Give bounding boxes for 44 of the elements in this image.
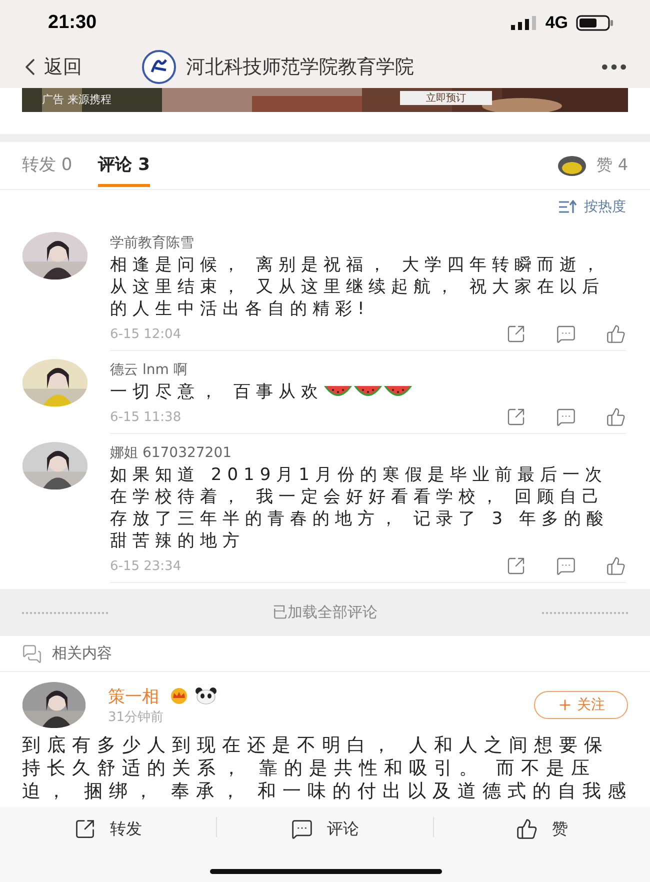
comments-icon <box>22 644 42 664</box>
book-button[interactable]: 立即预订 <box>400 91 492 105</box>
comment-author[interactable]: 德云 lnm 啊 <box>110 359 626 381</box>
like-count: 赞 4 <box>596 155 628 176</box>
comment-text: 如果知道 2019月1月份的寒假是毕业前最后一次 在学校待着， 我一定会好好看看学校， 回顾自己 存放了三年半的青春的地方， 记录了 3 年多的酸 甜苦辣的地方 <box>110 464 610 552</box>
comment-time: 6-15 23:34 <box>110 558 182 574</box>
like-button[interactable] <box>606 556 626 576</box>
thumbs-up-icon <box>516 818 538 840</box>
tab[interactable]: 转发 0 <box>22 144 72 186</box>
battery-icon <box>576 15 614 31</box>
toolbar-button[interactable]: 评论 <box>217 817 433 841</box>
share-button[interactable] <box>506 324 526 344</box>
tab[interactable]: 评论 3 <box>98 144 150 186</box>
logo-icon <box>142 50 176 84</box>
ad-label: 广告 来源携程 <box>42 92 112 107</box>
like-button[interactable] <box>606 324 626 344</box>
reply-button[interactable] <box>556 324 576 344</box>
loaded-all-label: 已加载全部评论 <box>272 603 378 622</box>
comment-author[interactable]: 娜姐 6170327201 <box>110 442 626 464</box>
reply-button[interactable] <box>556 556 576 576</box>
share-button[interactable] <box>506 556 526 576</box>
sort-button[interactable]: 按热度 <box>558 198 626 216</box>
post-time: 31分钟前 <box>108 708 165 726</box>
toolbar-button[interactable]: 赞 <box>434 817 650 841</box>
post-text: 到底有多少人到现在还是不明白， 人和人之间想要保 持长久舒适的关系， 靠的是共性和吸引。 而不是压 迫， 捆绑， 奉承， 和一味的付出以及道德式的自我感 <box>22 734 633 804</box>
network-type: 4G <box>545 13 568 33</box>
toolbar-button[interactable]: 转发 <box>0 817 216 841</box>
reply-button[interactable] <box>556 407 576 427</box>
comment-text: 相逢是问候， 离别是祝福， 大学四年转瞬而逝， 从这里结束， 又从这里继续起航， 祝大家在以后 的人生中活出各自的精彩! <box>110 254 604 320</box>
window-title: 河北科技师范学院教育学院 <box>186 55 415 80</box>
comment-time: 6-15 12:04 <box>110 326 182 342</box>
comment-time: 6-15 11:38 <box>110 410 182 424</box>
comment-text: 一切尽意， 百事从欢 <box>110 381 324 403</box>
sort-icon <box>558 200 578 214</box>
share-icon <box>74 818 96 840</box>
panda-icon <box>195 687 217 706</box>
comment-author[interactable]: 学前教育陈雪 <box>110 232 626 254</box>
like-button[interactable] <box>606 407 626 427</box>
signal-icon <box>511 16 538 30</box>
back-button[interactable]: 返回 <box>16 53 142 81</box>
comment-icon <box>291 818 313 840</box>
share-button[interactable] <box>506 407 526 427</box>
section-title: 相关内容 <box>52 644 112 663</box>
status-time: 21:30 <box>48 12 98 34</box>
